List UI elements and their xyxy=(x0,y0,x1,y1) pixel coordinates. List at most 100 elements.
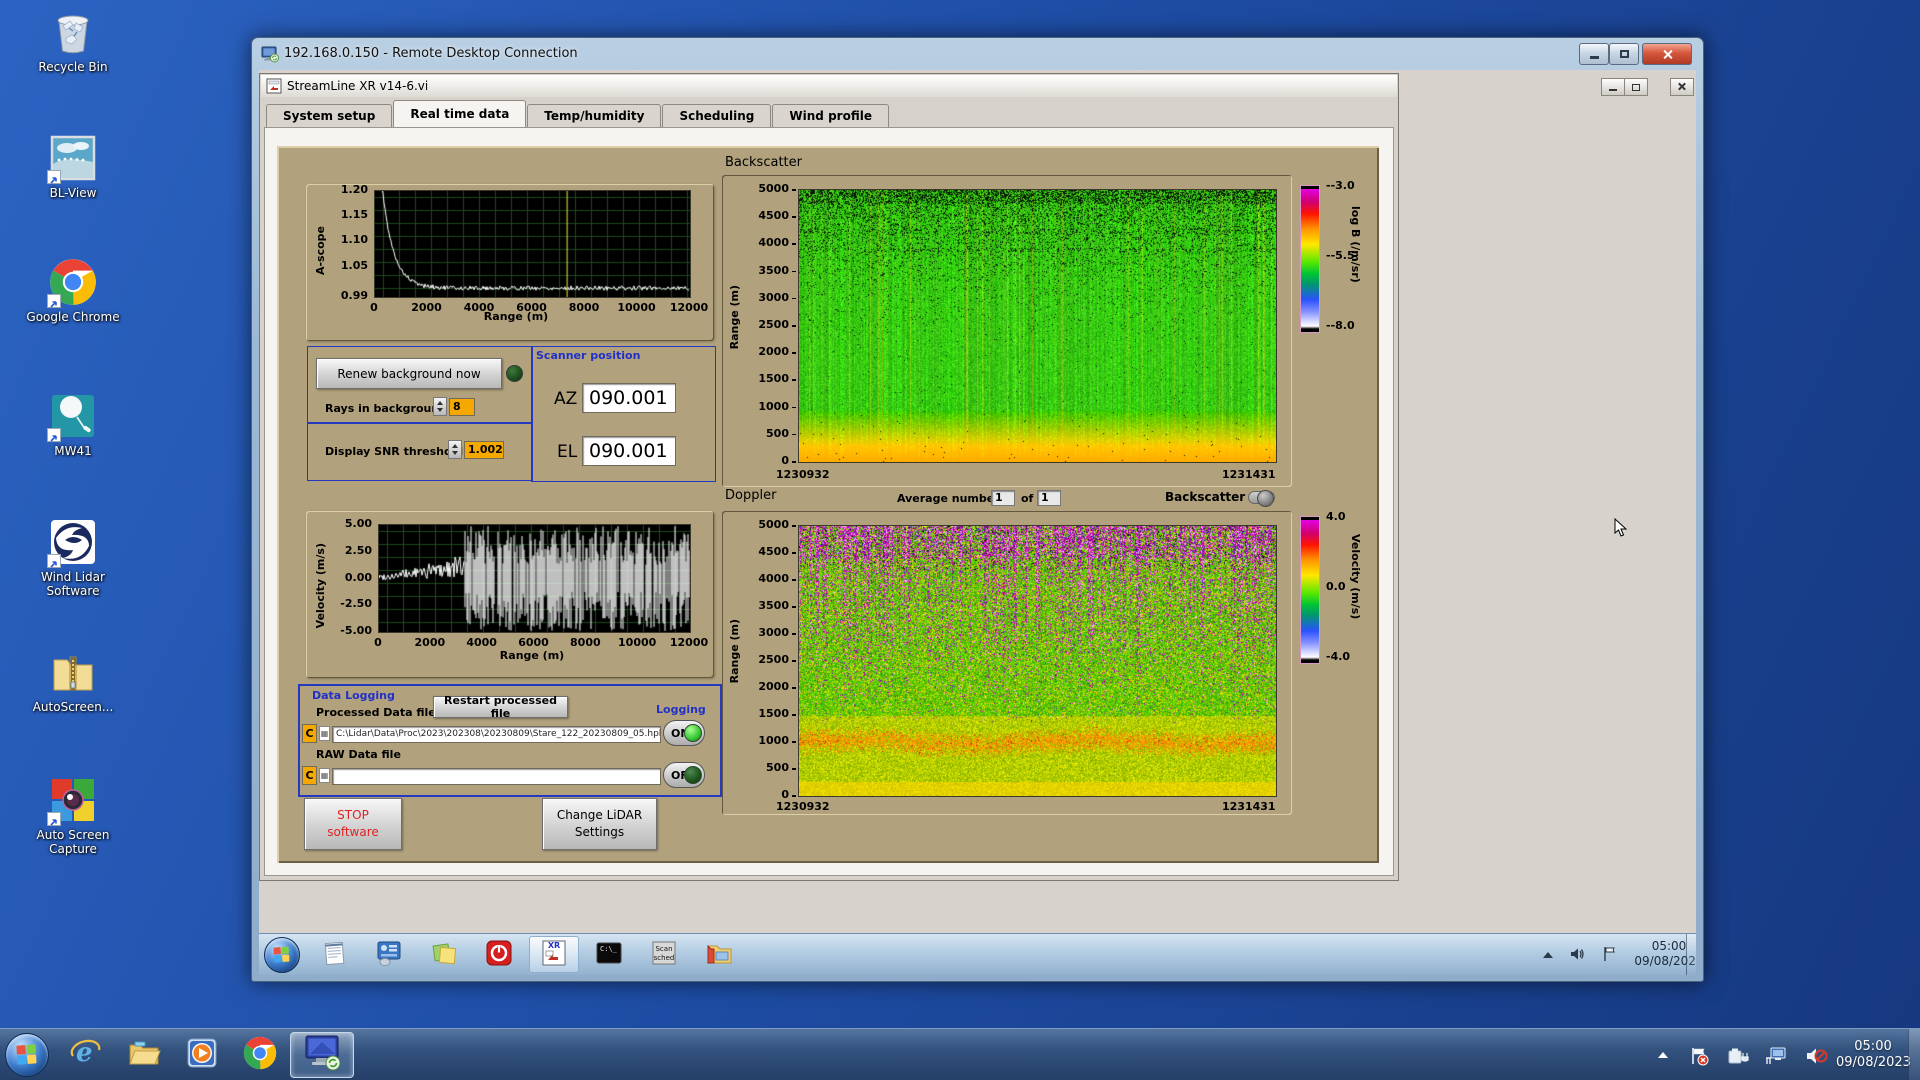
desktop-icon-mw41[interactable]: MW41 xyxy=(14,392,132,458)
taskbar-button-labview-xr-vi[interactable]: XR xyxy=(529,936,579,973)
show-desktop-button[interactable] xyxy=(1908,1029,1920,1080)
ascope-xtick: 10000 xyxy=(615,301,659,314)
tray-chevron-icon[interactable] xyxy=(1658,1052,1668,1058)
shortcut-arrow-icon xyxy=(47,170,61,184)
tab-temp-humidity[interactable]: Temp/humidity xyxy=(527,104,661,127)
ascope-ytick: 1.20 xyxy=(330,183,368,196)
taskbar-button-sticky-notes[interactable] xyxy=(419,936,469,973)
tab-real-time-data[interactable]: Real time data xyxy=(393,100,526,127)
doppler-title: Doppler xyxy=(725,488,776,503)
desktop-icon-recycle-bin[interactable]: Recycle Bin xyxy=(14,8,132,74)
desktop-icon-label: Auto Screen Capture xyxy=(14,828,132,856)
windows-explorer-icon xyxy=(127,1036,161,1074)
logging-off-button[interactable]: OFF xyxy=(663,762,705,788)
taskbar-button-windows-explorer[interactable] xyxy=(116,1032,172,1078)
processed-drive-box[interactable]: C xyxy=(302,724,317,743)
doppler-ytick: 500 xyxy=(751,761,789,774)
el-value-field[interactable]: 090.001 xyxy=(582,436,676,466)
remote-tray-chevron-icon[interactable] xyxy=(1543,952,1553,958)
vi-icon xyxy=(266,78,282,94)
power-battery-icon[interactable] xyxy=(1726,1045,1750,1067)
taskbar-button-notepad[interactable] xyxy=(309,936,359,973)
remote-start-button[interactable] xyxy=(264,937,300,973)
labview-maximize-button[interactable] xyxy=(1624,78,1648,96)
shortcut-arrow-icon xyxy=(47,812,61,826)
rdp-close-button[interactable] xyxy=(1642,43,1692,65)
start-button[interactable] xyxy=(5,1033,49,1077)
auto-screen-capture-icon xyxy=(49,776,97,824)
snr-value-field[interactable]: 1.002 xyxy=(464,441,504,459)
processed-path-field[interactable]: C:\Lidar\Data\Proc\2023\202308\20230809\… xyxy=(332,726,661,743)
snr-spinner[interactable] xyxy=(448,440,462,459)
rdp-titlebar[interactable]: 192.168.0.150 - Remote Desktop Connectio… xyxy=(252,38,1703,70)
renew-background-button[interactable]: Renew background now xyxy=(316,358,502,389)
doppler-tickmark xyxy=(792,606,796,608)
backscatter-time-end: 1231431 xyxy=(1222,468,1276,481)
taskbar-button-command-prompt[interactable]: C:\_ xyxy=(584,936,634,973)
taskbar-button-shared-folder[interactable] xyxy=(694,936,744,973)
desktop-icon-google-chrome[interactable]: Google Chrome xyxy=(14,258,132,324)
action-center-flag-icon[interactable] xyxy=(1688,1045,1710,1067)
taskbar-button-remote-desktop[interactable] xyxy=(290,1032,354,1078)
remote-action-center-flag-icon[interactable] xyxy=(1601,945,1619,963)
restart-processed-file-button[interactable]: Restart processed file xyxy=(433,696,568,718)
google-chrome-icon xyxy=(49,258,97,306)
remote-taskbar: XRC:\_Scansched 05:0009/08/2023 xyxy=(259,933,1696,975)
sticky-notes-icon xyxy=(430,939,458,971)
backscatter-colorbar-tick: --8.0 xyxy=(1326,319,1355,332)
volume-muted-icon[interactable] xyxy=(1804,1044,1828,1068)
backscatter-heatmap-canvas xyxy=(798,189,1277,463)
logging-on-button[interactable]: ON xyxy=(663,720,705,746)
tab-wind-profile[interactable]: Wind profile xyxy=(772,104,889,127)
stop-software-button[interactable]: STOPsoftware xyxy=(304,798,402,850)
backscatter-toggle[interactable] xyxy=(1248,491,1275,504)
taskbar-button-stop-vi[interactable] xyxy=(474,936,524,973)
taskbar-button-system-monitor[interactable] xyxy=(364,936,414,973)
taskbar-button-internet-explorer[interactable]: e xyxy=(58,1032,114,1078)
tab-scheduling[interactable]: Scheduling xyxy=(662,104,771,127)
doppler-ytick: 4500 xyxy=(751,545,789,558)
remote-volume-icon[interactable] xyxy=(1569,945,1587,963)
rays-value-field[interactable]: 8 xyxy=(449,398,475,416)
data-logging-title: Data Logging xyxy=(312,689,395,702)
desktop-icon-autoscreen-zip[interactable]: AutoScreen... xyxy=(14,648,132,714)
scan-scheduler-icon: Scansched xyxy=(650,939,678,971)
rdp-minimize-button[interactable] xyxy=(1579,43,1609,65)
ascope-ytick: 1.10 xyxy=(330,233,368,246)
el-label: EL xyxy=(557,442,577,462)
desktop-icon-bl-view[interactable]: BL-View xyxy=(14,134,132,200)
raw-path-field[interactable] xyxy=(332,768,661,785)
az-value-field[interactable]: 090.001 xyxy=(582,383,676,413)
velocity-xlabel: Range (m) xyxy=(462,649,602,662)
taskbar-button-chrome[interactable] xyxy=(232,1032,288,1078)
rdp-maximize-button[interactable] xyxy=(1609,43,1639,65)
velocity-xtick: 8000 xyxy=(563,636,607,649)
tab-system-setup[interactable]: System setup xyxy=(266,104,392,127)
raw-drive-box[interactable]: C xyxy=(302,766,317,785)
velocity-ytick: 5.00 xyxy=(330,517,372,530)
labview-titlebar[interactable]: StreamLine XR v14-6.vi xyxy=(261,75,1397,97)
average-number-field[interactable]: 1 xyxy=(991,490,1015,506)
doppler-colorbar-tick: 0.0 xyxy=(1326,580,1346,593)
of-label: of xyxy=(1021,492,1033,505)
clock[interactable]: 05:0009/08/2023 xyxy=(1836,1039,1910,1071)
labview-minimize-button[interactable] xyxy=(1601,78,1625,96)
on-lamp-icon xyxy=(684,724,702,742)
mw41-icon xyxy=(49,392,97,440)
taskbar-button-scan-scheduler[interactable]: Scansched xyxy=(639,936,689,973)
remote-show-desktop-button[interactable] xyxy=(1686,934,1696,975)
desktop-icon-auto-screen-capture[interactable]: Auto Screen Capture xyxy=(14,776,132,856)
tab-page: A-scope Range (m) Renew background now R… xyxy=(264,127,1394,876)
average-total-field[interactable]: 1 xyxy=(1037,490,1061,506)
backscatter-ytick: 500 xyxy=(751,427,789,440)
data-logging-frame: Data Logging Processed Data file Restart… xyxy=(298,684,722,797)
desktop-icon-wind-lidar-software[interactable]: Wind Lidar Software xyxy=(14,518,132,598)
network-icon[interactable] xyxy=(1764,1045,1788,1067)
backscatter-tickmark xyxy=(792,216,796,218)
shortcut-arrow-icon xyxy=(47,428,61,442)
labview-close-button[interactable] xyxy=(1670,78,1694,96)
taskbar-button-media-player[interactable] xyxy=(174,1032,230,1078)
rays-spinner[interactable] xyxy=(433,397,447,416)
desktop-icon-label: Wind Lidar Software xyxy=(14,570,132,598)
change-lidar-settings-button[interactable]: Change LiDARSettings xyxy=(542,798,657,850)
